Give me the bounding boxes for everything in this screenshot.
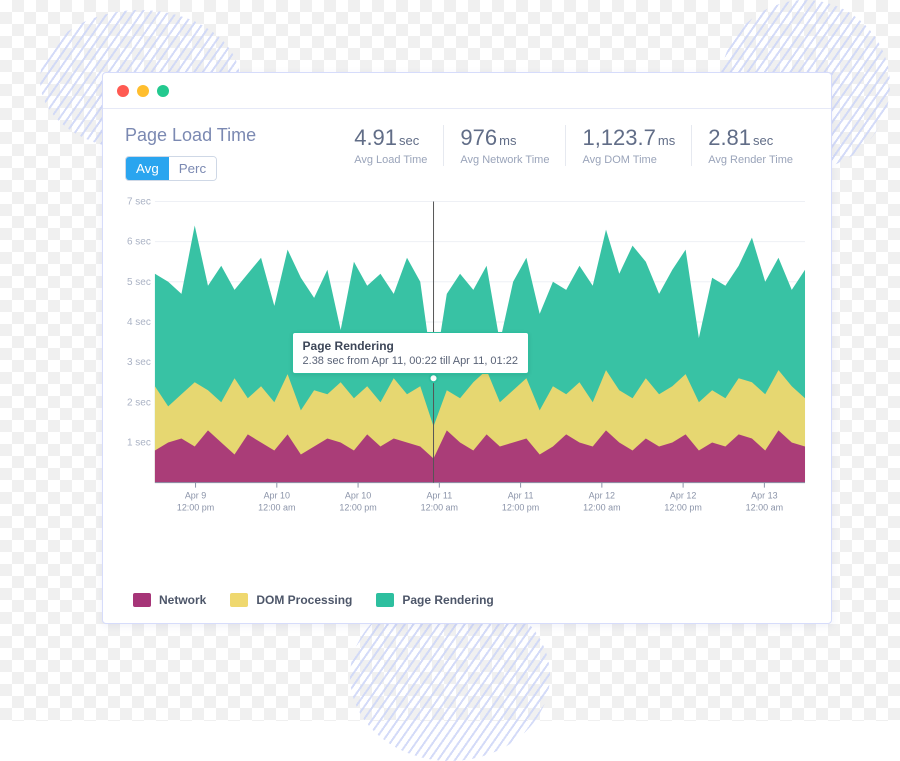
metric-value: 1,123.7 <box>582 125 655 150</box>
svg-text:12:00 am: 12:00 am <box>421 503 458 513</box>
svg-text:12:00 pm: 12:00 pm <box>339 503 376 513</box>
metric-label: Avg Network Time <box>460 154 549 166</box>
metric-load-time: 4.91sec Avg Load Time <box>338 125 443 166</box>
svg-text:1 sec: 1 sec <box>127 437 151 448</box>
metric-label: Avg Load Time <box>354 154 427 166</box>
metric-value: 976 <box>460 125 497 150</box>
svg-text:Apr 11: Apr 11 <box>508 491 534 501</box>
metric-unit: ms <box>499 133 516 148</box>
svg-text:2 sec: 2 sec <box>127 397 151 408</box>
app-window: Page Load Time Avg Perc 4.91sec Avg Load… <box>102 72 832 624</box>
svg-text:Apr 10: Apr 10 <box>345 491 371 501</box>
svg-text:Apr 9: Apr 9 <box>185 491 206 501</box>
metric-label: Avg DOM Time <box>582 154 675 166</box>
maximize-icon[interactable] <box>157 85 169 97</box>
legend-label: Network <box>159 593 206 607</box>
svg-text:12:00 pm: 12:00 pm <box>177 503 214 513</box>
metric-network-time: 976ms Avg Network Time <box>443 125 565 166</box>
metric-value: 2.81 <box>708 125 751 150</box>
close-icon[interactable] <box>117 85 129 97</box>
svg-text:3 sec: 3 sec <box>127 357 151 368</box>
minimize-icon[interactable] <box>137 85 149 97</box>
svg-text:Apr 12: Apr 12 <box>670 491 696 501</box>
header: Page Load Time Avg Perc 4.91sec Avg Load… <box>103 109 831 193</box>
legend-label: Page Rendering <box>402 593 493 607</box>
svg-text:Apr 10: Apr 10 <box>264 491 290 501</box>
svg-text:5 sec: 5 sec <box>127 277 151 288</box>
stacked-area-chart[interactable]: 1 sec 2 sec 3 sec 4 sec 5 sec 6 sec 7 sec Apr 9… <box>125 193 809 523</box>
svg-text:6 sec: 6 sec <box>127 237 151 248</box>
legend-swatch <box>230 593 248 607</box>
svg-text:12:00 pm: 12:00 pm <box>664 503 701 513</box>
metric-label: Avg Render Time <box>708 154 793 166</box>
svg-text:12:00 pm: 12:00 pm <box>502 503 539 513</box>
metric-value: 4.91 <box>354 125 397 150</box>
legend-item-dom[interactable]: DOM Processing <box>230 593 352 607</box>
metric-unit: ms <box>658 133 675 148</box>
chart-legend: Network DOM Processing Page Rendering <box>103 583 831 623</box>
legend-item-rendering[interactable]: Page Rendering <box>376 593 493 607</box>
page-title: Page Load Time <box>125 125 256 146</box>
toggle-group: Avg Perc <box>125 156 217 181</box>
legend-item-network[interactable]: Network <box>133 593 206 607</box>
svg-text:Apr 13: Apr 13 <box>751 491 777 501</box>
legend-swatch <box>133 593 151 607</box>
metric-unit: sec <box>753 133 773 148</box>
svg-text:12:00 am: 12:00 am <box>746 503 783 513</box>
svg-text:Apr 12: Apr 12 <box>589 491 615 501</box>
svg-text:Apr 11: Apr 11 <box>426 491 452 501</box>
legend-label: DOM Processing <box>256 593 352 607</box>
svg-text:7 sec: 7 sec <box>127 196 151 207</box>
svg-text:12:00 am: 12:00 am <box>583 503 620 513</box>
perc-toggle-button[interactable]: Perc <box>169 157 216 180</box>
metric-unit: sec <box>399 133 419 148</box>
titlebar <box>103 73 831 109</box>
metrics-row: 4.91sec Avg Load Time 976ms Avg Network … <box>338 125 809 166</box>
metric-render-time: 2.81sec Avg Render Time <box>691 125 809 166</box>
svg-text:4 sec: 4 sec <box>127 317 151 328</box>
avg-toggle-button[interactable]: Avg <box>126 157 169 180</box>
chart-area[interactable]: 1 sec 2 sec 3 sec 4 sec 5 sec 6 sec 7 sec Apr 9… <box>103 193 831 583</box>
metric-dom-time: 1,123.7ms Avg DOM Time <box>565 125 691 166</box>
legend-swatch <box>376 593 394 607</box>
svg-text:12:00 am: 12:00 am <box>258 503 295 513</box>
